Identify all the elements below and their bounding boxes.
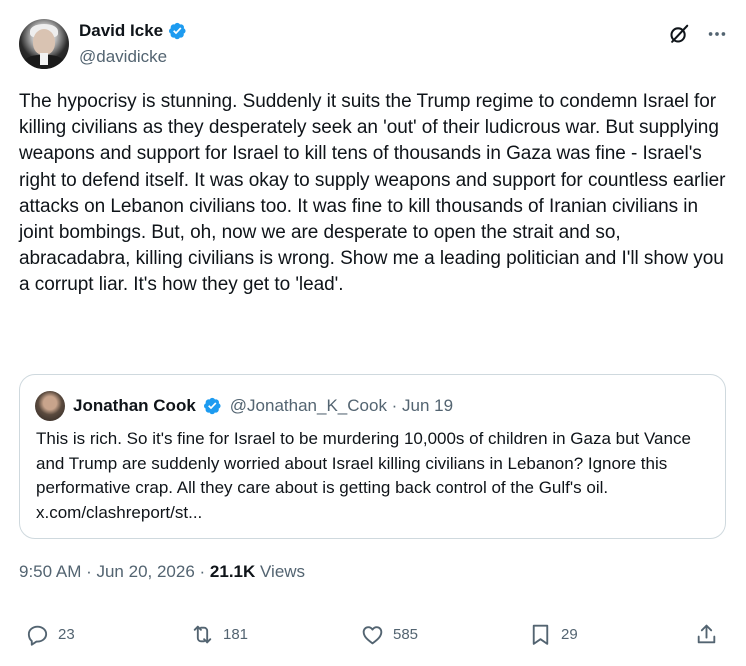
tweet-text: The hypocrisy is stunning. Suddenly it s… [19, 91, 726, 296]
like-icon [362, 626, 383, 645]
avatar[interactable] [19, 19, 69, 69]
author-display-name[interactable]: David Icke [79, 21, 163, 41]
reply-count: 23 [58, 626, 75, 643]
action-bar: 23 181 585 29 [25, 622, 721, 650]
quote-handle-date: @Jonathan_K_Cook · Jun 19 [229, 396, 454, 415]
quote-avatar [35, 391, 65, 421]
tweet-header: David Icke @davidicke [19, 19, 728, 71]
views-label: Views [255, 562, 306, 581]
author-block: David Icke @davidicke [79, 21, 187, 67]
more-icon[interactable] [706, 23, 728, 45]
verified-badge-icon [169, 22, 186, 40]
quote-text: This is rich. So it's fine for Israel to… [36, 429, 691, 522]
quote-tweet[interactable]: Jonathan Cook @Jonathan_K_Cook · Jun 19 … [19, 374, 726, 539]
repost-count: 181 [223, 626, 249, 643]
repost-button[interactable]: 181 [190, 622, 248, 647]
repost-icon [193, 625, 212, 644]
timestamp[interactable]: 9:50 AM · Jun 20, 2026 · [19, 562, 210, 581]
reply-icon [27, 625, 48, 646]
author-handle[interactable]: @davidicke [79, 47, 187, 67]
avatar-collar [40, 53, 48, 65]
bookmark-count: 29 [561, 626, 578, 643]
grok-icon[interactable] [668, 23, 690, 45]
top-actions [668, 23, 728, 45]
quote-header: Jonathan Cook @Jonathan_K_Cook · Jun 19 [35, 391, 453, 421]
bookmark-icon [532, 624, 549, 645]
quote-display-name: Jonathan Cook [73, 396, 196, 415]
views-count: 21.1K [209, 562, 256, 581]
reply-button[interactable]: 23 [25, 622, 75, 647]
bookmark-button[interactable]: 29 [528, 622, 578, 647]
tweet-meta: 9:50 AM · Jun 20, 2026 · 21.1K Views [19, 562, 305, 582]
like-button[interactable]: 585 [360, 622, 418, 647]
like-count: 585 [393, 626, 419, 643]
author-name-row[interactable]: David Icke [79, 21, 187, 41]
share-button[interactable] [694, 622, 719, 647]
share-icon [697, 624, 716, 644]
avatar-face [33, 29, 55, 55]
verified-badge-icon [203, 397, 221, 415]
